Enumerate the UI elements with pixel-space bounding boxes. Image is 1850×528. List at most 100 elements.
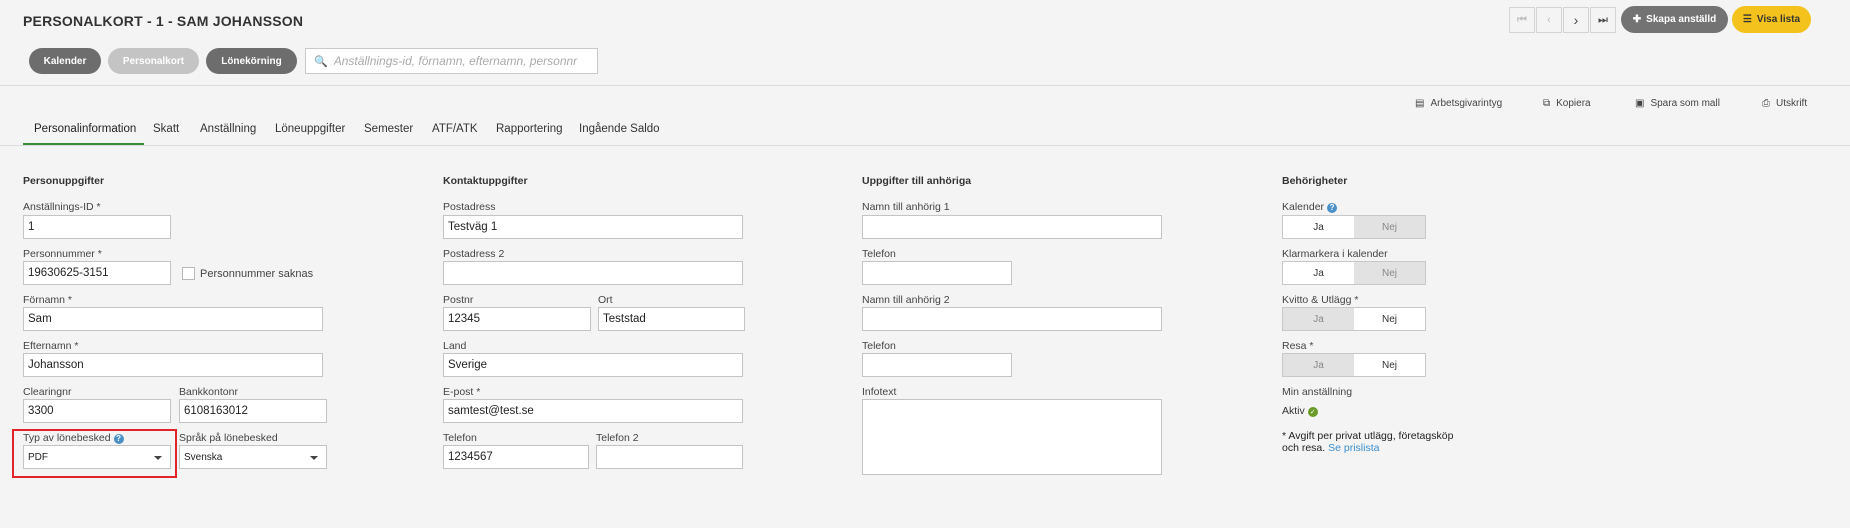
land-field[interactable]: Sverige bbox=[443, 353, 743, 377]
create-employee-button[interactable]: ✚ Skapa anställd bbox=[1621, 6, 1728, 33]
relative1-name-label: Namn till anhörig 1 bbox=[862, 201, 950, 213]
clearing-field[interactable]: 3300 bbox=[23, 399, 171, 423]
land-label: Land bbox=[443, 340, 467, 352]
payslip-lang-label: Språk på lönebesked bbox=[179, 432, 278, 444]
create-employee-label: Skapa anställd bbox=[1646, 14, 1717, 25]
firstname-field[interactable]: Sam bbox=[23, 307, 323, 331]
firstname-label: Förnamn * bbox=[23, 294, 73, 306]
footnote: * Avgift per privat utlägg, företagsköp … bbox=[1282, 430, 1453, 454]
postnr-label: Postnr bbox=[443, 294, 474, 306]
prislista-link[interactable]: Se prislista bbox=[1328, 442, 1379, 454]
show-list-label: Visa lista bbox=[1756, 14, 1801, 25]
relative2-phone-label: Telefon bbox=[862, 340, 896, 352]
pill-personalkort[interactable]: Personalkort bbox=[108, 48, 199, 74]
section-personuppgifter: Personuppgifter bbox=[23, 175, 105, 187]
footnote-line1: * Avgift per privat utlägg, företagsköp bbox=[1282, 430, 1454, 442]
kalender-perm-label: Kalender bbox=[1282, 201, 1325, 213]
id-label: Anställnings-ID * bbox=[23, 201, 101, 213]
kvitto-yes-option[interactable]: Ja bbox=[1283, 308, 1354, 330]
relative2-phone-field[interactable] bbox=[862, 353, 1012, 377]
search-box: 🔍 bbox=[305, 48, 598, 74]
phone-field[interactable]: 1234567 bbox=[443, 445, 589, 469]
address-label: Postadress bbox=[443, 201, 496, 213]
pnr-label: Personnummer * bbox=[23, 248, 102, 260]
klarmarkera-toggle: Ja Nej bbox=[1282, 261, 1426, 285]
resa-no-option[interactable]: Nej bbox=[1354, 354, 1425, 376]
relative1-name-field[interactable] bbox=[862, 215, 1162, 239]
kalender-yes-option[interactable]: Ja bbox=[1283, 216, 1354, 238]
prev-icon: ‹ bbox=[1547, 14, 1551, 26]
employee-id-field[interactable]: 1 bbox=[23, 215, 171, 239]
first-icon: ⏮ bbox=[1517, 13, 1527, 26]
resa-toggle: Ja Nej bbox=[1282, 353, 1426, 377]
first-record-button[interactable]: ⏮ bbox=[1509, 7, 1535, 33]
last-record-button[interactable]: ⏭ bbox=[1590, 7, 1616, 33]
print-icon: ⎙ bbox=[1762, 98, 1770, 109]
utskrift-label: Utskrift bbox=[1776, 98, 1808, 109]
pnr-missing-label: Personnummer saknas bbox=[200, 268, 314, 280]
ort-label: Ort bbox=[598, 294, 613, 306]
arbetsgivarintyg-action[interactable]: ▤ Arbetsgivarintyg bbox=[1415, 98, 1502, 109]
lastname-label: Efternamn * bbox=[23, 340, 79, 352]
tab-atf-atk[interactable]: ATF/ATK bbox=[432, 123, 478, 135]
highlight-box bbox=[12, 429, 177, 478]
search-input[interactable] bbox=[333, 54, 594, 68]
utskrift-action[interactable]: ⎙ Utskrift bbox=[1762, 98, 1807, 109]
bank-label: Bankkontonr bbox=[179, 386, 238, 398]
tab-semester[interactable]: Semester bbox=[364, 123, 413, 135]
phone2-field[interactable] bbox=[596, 445, 743, 469]
section-kontaktuppgifter: Kontaktuppgifter bbox=[443, 175, 528, 187]
tab-rapportering[interactable]: Rapportering bbox=[496, 123, 562, 135]
prev-record-button[interactable]: ‹ bbox=[1536, 7, 1562, 33]
spara-mall-action[interactable]: ▣ Spara som mall bbox=[1635, 98, 1720, 109]
tab-personalinformation[interactable]: Personalinformation bbox=[34, 123, 136, 135]
klarmarkera-no-option[interactable]: Nej bbox=[1354, 262, 1425, 284]
bank-field[interactable]: 6108163012 bbox=[179, 399, 327, 423]
save-icon: ▣ bbox=[1635, 98, 1645, 109]
lastname-field[interactable]: Johansson bbox=[23, 353, 323, 377]
arbetsgivarintyg-label: Arbetsgivarintyg bbox=[1430, 98, 1503, 109]
address2-field[interactable] bbox=[443, 261, 743, 285]
show-list-button[interactable]: ☰ Visa lista bbox=[1732, 6, 1811, 33]
tab-anstallning[interactable]: Anställning bbox=[200, 123, 256, 135]
last-icon: ⏭ bbox=[1598, 13, 1608, 26]
resa-yes-option[interactable]: Ja bbox=[1283, 354, 1354, 376]
clearing-label: Clearingnr bbox=[23, 386, 72, 398]
document-icon: ▤ bbox=[1415, 98, 1425, 109]
pill-kalender[interactable]: Kalender bbox=[29, 48, 101, 74]
status-wrap: Aktiv ✓ bbox=[1282, 405, 1318, 417]
postnr-field[interactable]: 12345 bbox=[443, 307, 591, 331]
min-anstallning-label: Min anställning bbox=[1282, 386, 1353, 398]
search-icon: 🔍 bbox=[314, 55, 328, 68]
next-record-button[interactable]: › bbox=[1563, 7, 1589, 33]
address-field[interactable]: Testväg 1 bbox=[443, 215, 743, 239]
page-title: PERSONALKORT - 1 - SAM JOHANSSON bbox=[23, 13, 304, 29]
tab-skatt[interactable]: Skatt bbox=[153, 123, 179, 135]
kvitto-no-option[interactable]: Nej bbox=[1354, 308, 1425, 330]
kalender-no-option[interactable]: Nej bbox=[1354, 216, 1425, 238]
next-icon: › bbox=[1573, 12, 1579, 28]
relative2-name-field[interactable] bbox=[862, 307, 1162, 331]
phone2-label: Telefon 2 bbox=[596, 432, 639, 444]
relative1-phone-label: Telefon bbox=[862, 248, 896, 260]
footnote-line2: och resa. bbox=[1282, 442, 1326, 454]
section-behorigheter: Behörigheter bbox=[1282, 175, 1348, 187]
personnummer-field[interactable]: 19630625-3151 bbox=[23, 261, 171, 285]
payslip-lang-select[interactable]: Svenska bbox=[179, 445, 327, 469]
resa-label: Resa * bbox=[1282, 340, 1314, 352]
kopiera-action[interactable]: ⧉ Kopiera bbox=[1543, 98, 1591, 109]
help-icon[interactable]: ? bbox=[1327, 202, 1338, 213]
pill-lonekorning[interactable]: Lönekörning bbox=[206, 48, 297, 74]
klarmarkera-yes-option[interactable]: Ja bbox=[1283, 262, 1354, 284]
pnr-missing-checkbox[interactable] bbox=[182, 267, 195, 280]
kvitto-label: Kvitto & Utlägg * bbox=[1282, 294, 1359, 306]
infotext-label: Infotext bbox=[862, 386, 897, 398]
list-icon: ☰ bbox=[1742, 14, 1752, 25]
phone-label: Telefon bbox=[443, 432, 477, 444]
relative1-phone-field[interactable] bbox=[862, 261, 1012, 285]
ort-field[interactable]: Teststad bbox=[598, 307, 745, 331]
infotext-textarea[interactable] bbox=[862, 399, 1162, 475]
tab-loneuppgifter[interactable]: Löneuppgifter bbox=[275, 123, 345, 135]
email-field[interactable]: samtest@test.se bbox=[443, 399, 743, 423]
tab-ingaende-saldo[interactable]: Ingående Saldo bbox=[579, 123, 660, 135]
